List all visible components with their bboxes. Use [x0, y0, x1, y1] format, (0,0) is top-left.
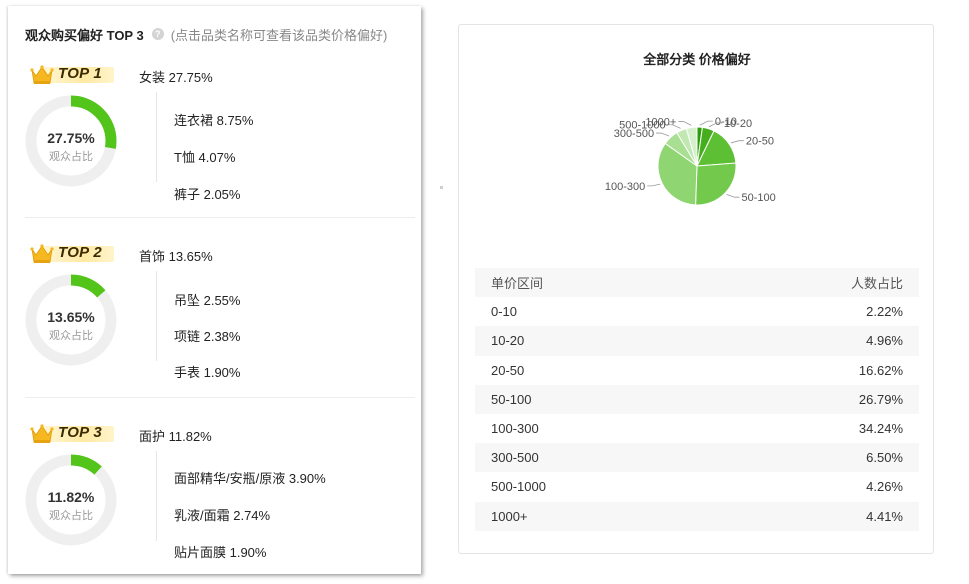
cell-range: 500-1000 [491, 479, 546, 495]
subcategory-item: 裤子 2.05% [174, 187, 241, 202]
subcategory-item: T恤 4.07% [174, 150, 236, 165]
cell-percent: 2.22% [866, 304, 903, 320]
divider [25, 397, 415, 398]
column-header: 人数占比 [850, 276, 903, 292]
help-icon[interactable] [151, 28, 164, 40]
rank-badge: TOP 3 [30, 423, 114, 445]
share-percent: 13.65% [47, 309, 95, 325]
share-label: 观众占比 [49, 151, 93, 163]
price-table: 单价区间 人数占比 0-10 2.22% 10-20 4.96% 20-50 1… [475, 268, 919, 531]
cell-percent: 26.79% [858, 391, 903, 407]
rank-label: TOP 1 [58, 65, 103, 82]
cell-range: 10-20 [491, 333, 525, 349]
table-header: 单价区间 人数占比 [475, 268, 919, 298]
pie-leader-line [656, 132, 670, 137]
price-pie-chart: 0-1010-2020-5050-100100-300300-500500-10… [605, 116, 776, 206]
share-label: 观众占比 [49, 330, 93, 342]
cell-range: 20-50 [491, 362, 525, 378]
pie-label: 100-300 [605, 181, 645, 193]
pie-leader-line [730, 140, 744, 144]
panel-title: 观众购买偏好 TOP 3 [25, 27, 144, 43]
rank-block-2: TOP 2 首饰 13.65% 13.65% 观众占比 吊坠 2.55% 项链 … [8, 243, 421, 403]
rank-label: TOP 2 [58, 244, 103, 261]
share-percent: 27.75% [47, 130, 95, 146]
category-link[interactable]: 面护 11.82% [139, 426, 212, 445]
pie-label: 20-50 [746, 136, 774, 148]
cell-range: 100-300 [491, 421, 539, 437]
crown-icon [30, 244, 54, 263]
subcategory-item: 乳液/面霜 2.74% [174, 508, 271, 523]
category-link[interactable]: 女装 27.75% [139, 67, 213, 86]
pie-leader-line [678, 121, 692, 126]
pie-leader-line [726, 194, 740, 198]
panel-header: 观众购买偏好 TOP 3 (点击品类名称可查看该品类价格偏好) [25, 24, 387, 44]
rank-block-1: TOP 1 女装 27.75% 27.75% 观众占比 连衣裙 8.75% T恤… [8, 64, 421, 224]
chart-title: 全部分类 价格偏好 [643, 52, 751, 67]
subcategory-item: 项链 2.38% [174, 329, 241, 344]
pie-slice-50-100 [695, 162, 737, 206]
cell-percent: 4.96% [866, 333, 903, 349]
table-row: 50-100 26.79% [475, 384, 919, 414]
subcategory-item: 面部精华/安瓶/原液 3.90% [174, 471, 326, 486]
table-row: 0-10 2.22% [475, 297, 919, 326]
crown-icon [30, 424, 54, 443]
crown-icon [30, 65, 54, 84]
cell-percent: 16.62% [858, 362, 903, 378]
separator-dot [440, 186, 443, 189]
rank-badge: TOP 2 [30, 243, 114, 265]
cell-percent: 4.26% [866, 479, 903, 495]
subcategory-item: 连衣裙 8.75% [174, 113, 254, 128]
divider [25, 217, 415, 218]
cell-percent: 6.50% [866, 450, 903, 466]
table-row: 20-50 16.62% [475, 356, 919, 385]
panel-hint: (点击品类名称可查看该品类价格偏好) [170, 27, 388, 43]
pie-leader-line [647, 183, 661, 187]
rank-label: TOP 3 [58, 424, 103, 441]
table-row: 300-500 6.50% [475, 443, 919, 473]
price-preference-panel: 全部分类 价格偏好 0-10 10-20 20-50 50-100 100-300 300… [458, 24, 934, 554]
category-link[interactable]: 首饰 13.65% [139, 246, 213, 265]
subcategory-item: 手表 1.90% [174, 365, 241, 380]
table-row: 500-1000 4.26% [475, 472, 919, 501]
column-header: 单价区间 [491, 276, 544, 292]
share-percent: 11.82% [47, 489, 95, 505]
subcategory-item: 吊坠 2.55% [174, 293, 241, 308]
table-row: 10-20 4.96% [475, 326, 919, 356]
cell-range: 50-100 [491, 391, 532, 407]
cell-percent: 34.24% [858, 421, 903, 437]
share-label: 观众占比 [49, 510, 93, 522]
pie-label: 10-20 [724, 118, 752, 130]
cell-range: 1000+ [491, 508, 528, 524]
subcategory-item: 贴片面膜 1.90% [174, 545, 267, 560]
rank-block-3: TOP 3 面护 11.82% 11.82% 观众占比 面部精华/安瓶/原液 3… [8, 423, 421, 583]
cell-range: 300-500 [491, 450, 539, 466]
table-row: 100-300 34.24% [475, 414, 919, 443]
table-row: 1000+ 4.41% [475, 501, 919, 531]
audience-preference-panel: 观众购买偏好 TOP 3 (点击品类名称可查看该品类价格偏好) TOP 1 女装… [8, 6, 421, 574]
cell-range: 0-10 [491, 304, 518, 320]
rank-badge: TOP 1 [30, 64, 114, 86]
pie-label: 1000+ [645, 116, 676, 128]
pie-label: 50-100 [742, 192, 776, 204]
pie-leader-line [699, 120, 713, 126]
cell-percent: 4.41% [866, 508, 903, 524]
